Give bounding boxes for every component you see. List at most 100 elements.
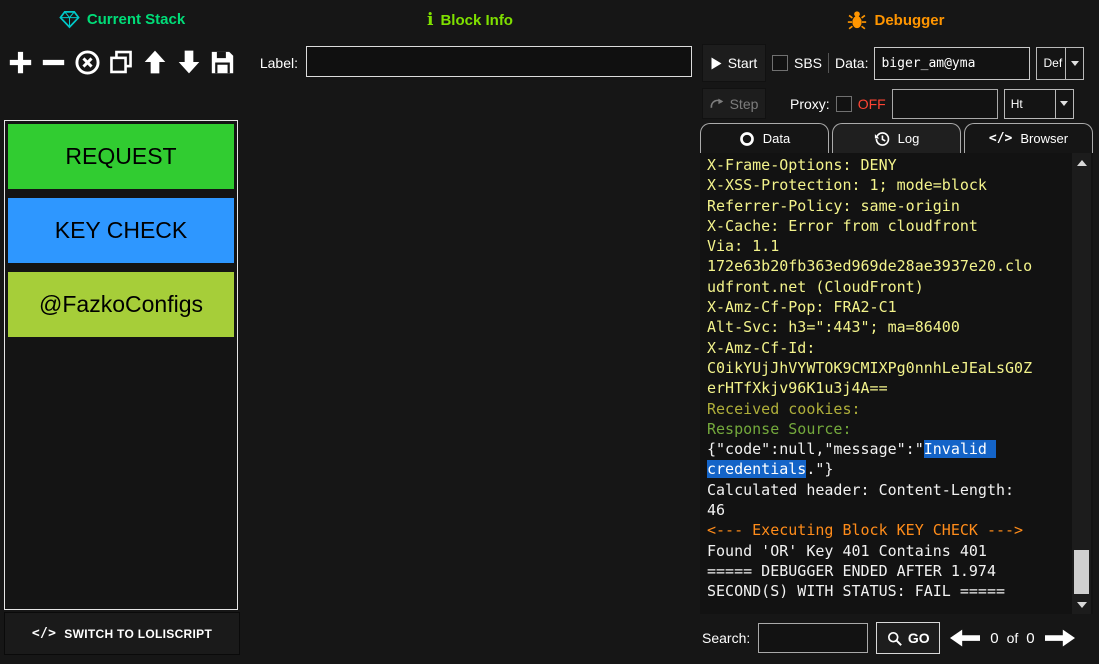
code-icon: </> <box>989 131 1012 146</box>
log-line: Response Source: <box>707 419 1039 439</box>
log-line: {"code":null,"message":"Invalid credenti… <box>707 439 1039 480</box>
start-button[interactable]: Start <box>702 44 766 82</box>
clone-block-button[interactable] <box>106 44 136 80</box>
stack-block-key-check[interactable]: KEY CHECK <box>8 198 234 263</box>
step-button[interactable]: Step <box>702 88 766 119</box>
debugger-header: Debugger <box>700 10 1092 30</box>
switch-to-loliscript-label: SWITCH TO LOLISCRIPT <box>64 627 212 641</box>
bug-icon <box>847 10 867 30</box>
add-block-button[interactable] <box>5 44 35 80</box>
log-line: Referrer-Policy: same-origin <box>707 196 1039 216</box>
debugger-tabs: Data Log </> Browser <box>700 123 1093 153</box>
arrow-down-icon <box>176 49 202 75</box>
stack-block-request[interactable]: REQUEST <box>8 124 234 189</box>
tab-browser-label: Browser <box>1020 131 1068 146</box>
minus-icon <box>40 49 67 76</box>
step-redo-icon <box>710 97 724 110</box>
wordlist-type-dropdown[interactable]: Def <box>1036 47 1084 80</box>
data-input[interactable] <box>874 47 1030 80</box>
log-line: X-XSS-Protection: 1; mode=block <box>707 175 1039 195</box>
info-icon: i <box>427 10 433 30</box>
search-icon <box>887 631 902 646</box>
sbs-label: SBS <box>794 55 822 71</box>
log-line: Found 'OR' Key 401 Contains 401 <box>707 541 1039 561</box>
debugger-row-2: Step Proxy: OFF Ht <box>702 88 1094 119</box>
tab-data[interactable]: Data <box>700 123 829 153</box>
current-stack-header: Current Stack <box>4 10 240 29</box>
log-line: X-Amz-Cf-Pop: FRA2-C1 <box>707 297 1039 317</box>
remove-block-button[interactable] <box>39 44 69 80</box>
wordlist-type-value: Def <box>1037 48 1065 79</box>
openbullet-stacker-window: { "icons": { "code_glyph": "</>", "info_… <box>0 0 1099 664</box>
clone-icon <box>108 49 134 75</box>
log-line: Calculated header: Content-Length: 46 <box>707 480 1039 521</box>
block-info-header: i Block Info <box>240 10 700 30</box>
data-label: Data: <box>835 55 868 71</box>
search-input[interactable] <box>758 623 868 653</box>
block-label-caption: Label: <box>242 55 298 71</box>
proxy-status: OFF <box>858 96 886 112</box>
log-line: <--- Executing Block KEY CHECK ---> <box>707 520 1039 540</box>
move-up-button[interactable] <box>140 44 170 80</box>
log-line: X-Cache: Error from cloudfront <box>707 216 1039 236</box>
debugger-controls: Start SBS Data: Def Step Proxy: OFF Ht <box>702 44 1094 119</box>
tab-log-label: Log <box>898 131 920 146</box>
log-line: X-Amz-Cf-Id: C0ikYUjJhVYWTOK9CMIXPg0nnhL… <box>707 338 1039 399</box>
tab-browser[interactable]: </> Browser <box>964 123 1093 153</box>
circle-icon <box>739 131 755 147</box>
switch-to-loliscript-button[interactable]: </> SWITCH TO LOLISCRIPT <box>4 612 240 655</box>
chevron-down-icon[interactable] <box>1055 90 1073 118</box>
log-line: Via: 1.1 172e63b20fb363ed969de28ae3937e2… <box>707 236 1039 297</box>
stack-toolbar <box>5 42 238 82</box>
match-current: 0 <box>990 630 998 647</box>
code-icon: </> <box>32 626 56 641</box>
clear-stack-button[interactable] <box>73 44 103 80</box>
history-icon <box>874 131 890 147</box>
tab-log[interactable]: Log <box>832 123 961 153</box>
clear-circle-x-icon <box>74 49 101 76</box>
arrow-up-icon <box>142 49 168 75</box>
play-icon <box>711 57 722 70</box>
proxy-label: Proxy: <box>790 96 830 112</box>
log-search-bar: Search: GO 0 of 0 <box>702 621 1094 655</box>
sbs-checkbox[interactable] <box>772 55 788 71</box>
move-down-button[interactable] <box>174 44 204 80</box>
previous-match-button[interactable] <box>948 627 982 649</box>
log-content: X-Frame-Options: DENYX-XSS-Protection: 1… <box>707 155 1039 602</box>
search-go-label: GO <box>908 630 930 646</box>
search-label: Search: <box>702 630 750 646</box>
triangle-down-icon <box>1077 602 1087 608</box>
match-of-label: of <box>1007 630 1019 646</box>
debugger-row-1: Start SBS Data: Def <box>702 44 1094 82</box>
proxy-checkbox[interactable] <box>836 96 852 112</box>
proxy-input[interactable] <box>892 89 998 119</box>
tab-data-label: Data <box>763 131 790 146</box>
gem-stack-icon <box>59 10 80 29</box>
scroll-down-button[interactable] <box>1072 596 1091 613</box>
log-line: Alt-Svc: h3=":443"; ma=86400 <box>707 317 1039 337</box>
chevron-down-icon[interactable] <box>1065 48 1083 79</box>
log-scrollbar[interactable] <box>1072 153 1091 614</box>
block-label-input[interactable] <box>306 46 692 77</box>
scrollbar-thumb[interactable] <box>1074 550 1089 594</box>
next-match-button[interactable] <box>1043 627 1077 649</box>
save-config-button[interactable] <box>208 44 238 80</box>
match-total: 0 <box>1026 630 1034 647</box>
step-label: Step <box>730 96 759 112</box>
stack-block--fazkoconfigs[interactable]: @FazkoConfigs <box>8 272 234 337</box>
plus-icon <box>7 49 34 76</box>
block-info-title: Block Info <box>440 12 513 29</box>
proxy-type-dropdown[interactable]: Ht <box>1004 89 1074 119</box>
save-icon <box>209 49 236 76</box>
scroll-up-button[interactable] <box>1072 154 1091 171</box>
triangle-up-icon <box>1077 160 1087 166</box>
log-line: Received cookies: <box>707 399 1039 419</box>
stack-list: REQUEST KEY CHECK @FazkoConfigs <box>4 120 238 610</box>
log-view: X-Frame-Options: DENYX-XSS-Protection: 1… <box>700 153 1093 614</box>
log-line: ===== DEBUGGER ENDED AFTER 1.974 SECOND(… <box>707 561 1039 602</box>
arrow-left-icon <box>950 629 980 647</box>
arrow-right-icon <box>1045 629 1075 647</box>
log-line: X-Frame-Options: DENY <box>707 155 1039 175</box>
proxy-type-value: Ht <box>1005 90 1055 118</box>
search-go-button[interactable]: GO <box>876 622 940 654</box>
